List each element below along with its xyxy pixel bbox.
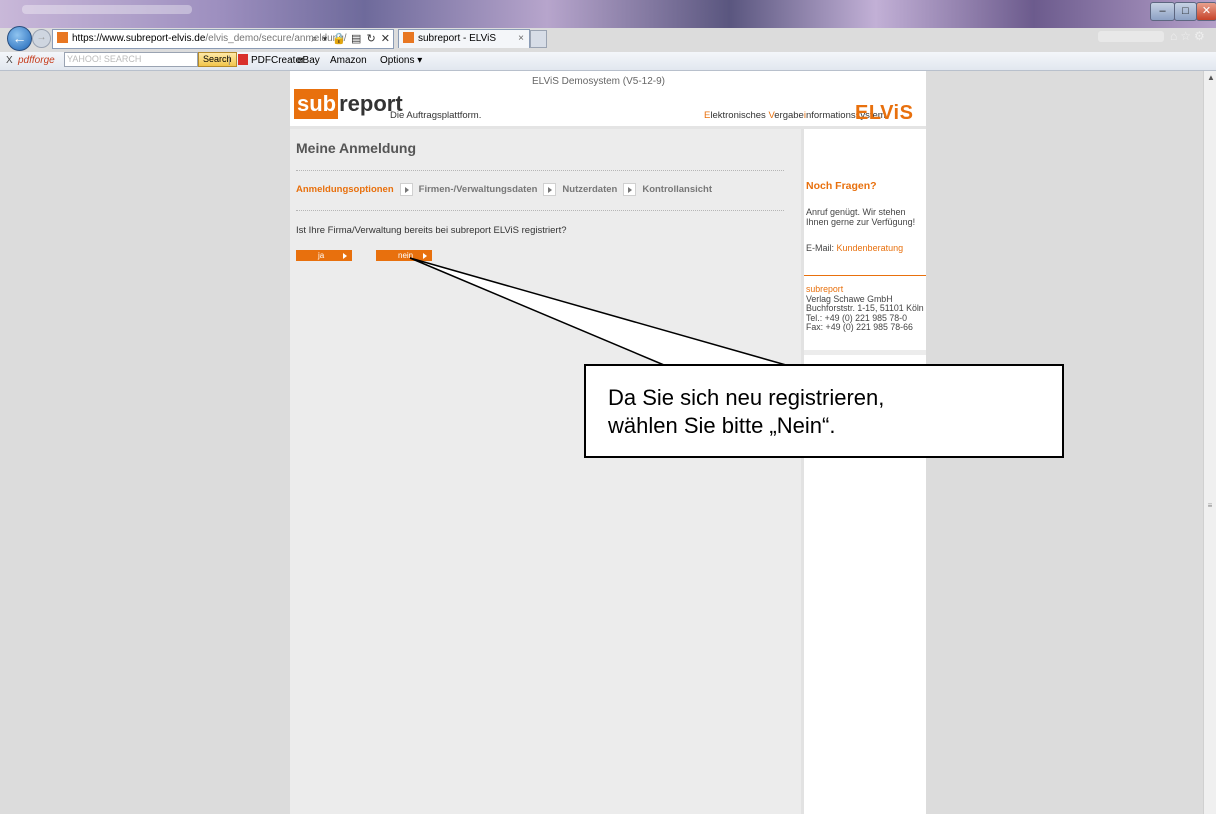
favorites-star-icon[interactable]: ☆ [1180, 29, 1194, 43]
toolbar-close-button[interactable]: X [6, 52, 13, 70]
step-navigation: Anmeldungsoptionen Firmen-/Verwaltungsdat… [296, 183, 712, 196]
sidebar: Noch Fragen? Anruf genügt. Wir stehen Ih… [804, 129, 926, 814]
nein-button-label: nein [398, 251, 414, 260]
tab-favicon-icon [403, 32, 414, 43]
site-favicon-icon [57, 32, 68, 43]
gear-icon[interactable]: ⚙ [1194, 29, 1208, 43]
version-label: ELViS Demosystem (V5-12-9) [532, 76, 666, 87]
callout-box: Da Sie sich neu registrieren, wählen Sie… [584, 364, 1064, 458]
ja-button-label: ja [318, 251, 325, 260]
address-box: subreport Verlag Schawe GmbH Buchforstst… [804, 276, 926, 350]
registration-question: Ist Ihre Firma/Verwaltung bereits bei su… [296, 225, 567, 236]
home-icon[interactable]: ⌂ [1170, 29, 1180, 43]
subreport-logo[interactable]: sub report [294, 89, 403, 119]
email-label: E-Mail: [806, 243, 835, 253]
browser-tool-icons[interactable]: ⌂☆⚙ [1170, 29, 1208, 43]
toolbar-separator: | [228, 55, 231, 66]
page-scrollbar[interactable]: ▲ ≡ [1203, 71, 1216, 814]
sidebar-email: E-Mail: Kundenberatung [806, 243, 903, 253]
step-arrow-icon [399, 183, 413, 196]
address-fax: Fax: +49 (0) 221 985 78-66 [806, 322, 913, 333]
step-arrow-icon [543, 183, 557, 196]
company-address: subreport Verlag Schawe GmbH Buchforstst… [806, 284, 924, 333]
back-arrow-icon: ← [12, 30, 27, 46]
elvis-fullname-part: nformations [805, 110, 856, 121]
scroll-grip[interactable]: ≡ [1206, 501, 1214, 521]
step-firmendaten[interactable]: Firmen-/Verwaltungsdaten [419, 184, 538, 195]
address-tools[interactable]: ⌕ ▾ 🔒 ▤ ↻ ✕ [311, 30, 391, 48]
minimize-button[interactable]: – [1150, 2, 1175, 21]
amazon-link[interactable]: Amazon [330, 52, 367, 70]
toolbar-search-button[interactable]: Search [198, 52, 237, 67]
window-search-blurred [1098, 31, 1164, 42]
maximize-button[interactable]: □ [1174, 2, 1197, 21]
forward-arrow-icon: → [36, 32, 47, 43]
browser-toolbar: X pdfforge YAHOO! SEARCH Search | PDFCre… [0, 52, 1216, 71]
callout-line-2: wählen Sie bitte „Nein“. [608, 413, 836, 438]
dotted-divider [296, 210, 784, 211]
arrow-right-icon [423, 253, 427, 259]
logo-sub: sub [294, 89, 339, 119]
step-nutzerdaten[interactable]: Nutzerdaten [562, 184, 617, 195]
address-bar[interactable]: https://www.subreport-elvis.de/elvis_dem… [52, 29, 394, 49]
scroll-up-arrow-icon[interactable]: ▲ [1207, 73, 1215, 82]
elvis-fullname-part: ergabe [774, 110, 804, 121]
step-arrow-icon [623, 183, 637, 196]
sidebar-text: Anruf genügt. Wir stehen Ihnen gerne zur… [806, 207, 916, 227]
dotted-divider [296, 170, 784, 171]
sidebar-heading: Noch Fragen? [806, 180, 877, 192]
callout-line-1: Da Sie sich neu registrieren, [608, 385, 885, 410]
elvis-fullname-part: lektronisches [710, 110, 769, 121]
new-tab-button[interactable] [530, 30, 547, 48]
ebay-link[interactable]: eBay [297, 52, 320, 70]
nein-button[interactable]: nein [376, 250, 432, 261]
step-kontrollansicht[interactable]: Kontrollansicht [642, 184, 712, 195]
url-domain: https://www.subreport-elvis.de [72, 33, 206, 44]
elvis-logo[interactable]: ELViS [855, 102, 913, 125]
site-header: ELViS Demosystem (V5-12-9) sub report Die… [290, 71, 926, 127]
callout-text: Da Sie sich neu registrieren, wählen Sie… [608, 384, 884, 440]
pdfforge-logo: pdfforge [18, 55, 55, 66]
step-anmeldungsoptionen[interactable]: Anmeldungsoptionen [296, 184, 394, 195]
contact-box: Noch Fragen? Anruf genügt. Wir stehen Ih… [804, 129, 926, 275]
browser-tab[interactable]: subreport - ELViS × [398, 29, 530, 48]
toolbar-search-input[interactable]: YAHOO! SEARCH [64, 52, 198, 67]
pdfcreator-link[interactable]: PDFCreator [238, 52, 304, 70]
ja-button[interactable]: ja [296, 250, 352, 261]
close-window-button[interactable]: ✕ [1196, 2, 1216, 21]
options-menu[interactable]: Options ▾ [380, 52, 422, 70]
main-content: Meine Anmeldung Anmeldungsoptionen Firmen… [290, 129, 802, 814]
tagline: Die Auftragsplattform. [390, 110, 482, 121]
window-title-blurred [22, 5, 192, 14]
back-button[interactable]: ← [7, 26, 32, 51]
window-titlebar: – □ ✕ [0, 0, 1216, 28]
tab-title: subreport - ELViS [418, 33, 497, 44]
kundenberatung-link[interactable]: Kundenberatung [837, 243, 904, 253]
arrow-right-icon [343, 253, 347, 259]
forward-button[interactable]: → [32, 29, 51, 48]
tab-close-icon[interactable]: × [518, 30, 524, 48]
page-title: Meine Anmeldung [296, 140, 417, 156]
